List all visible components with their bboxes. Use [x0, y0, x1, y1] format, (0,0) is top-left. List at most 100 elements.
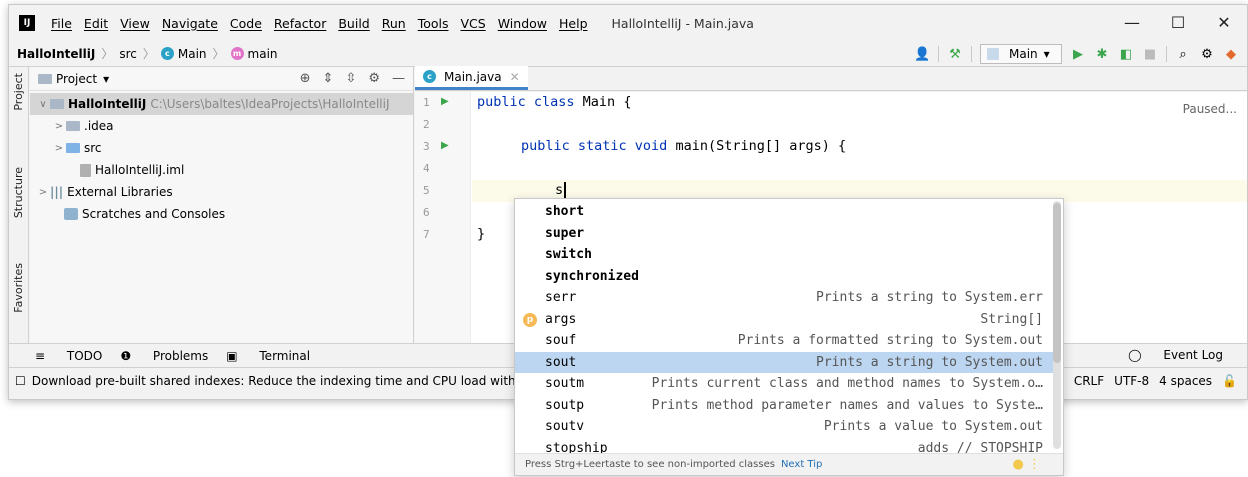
run-icon[interactable]: ▶: [1070, 47, 1086, 62]
completion-item[interactable]: p args String[]: [515, 309, 1053, 331]
run-config-icon: [987, 48, 999, 60]
menu-navigate[interactable]: Navigate: [156, 16, 224, 31]
menu-file[interactable]: File: [45, 16, 78, 31]
breadcrumb-method[interactable]: main: [248, 47, 278, 61]
line-separator[interactable]: CRLF: [1074, 374, 1104, 388]
module-file-icon: [80, 163, 91, 177]
next-tip-link[interactable]: Next Tip: [781, 459, 822, 470]
menu-help[interactable]: Help: [553, 16, 594, 31]
code-line-6: }: [477, 226, 486, 242]
project-panel: Project ▾ ⊕ ⇕ ⇳ ⚙ — ∨ HalloIntelliJ C:\U…: [30, 67, 414, 343]
editor-tab-bar: c Main.java ✕: [415, 66, 1247, 91]
file-encoding[interactable]: UTF-8: [1114, 374, 1149, 388]
menu-tools[interactable]: Tools: [412, 16, 455, 31]
close-tab-icon[interactable]: ✕: [510, 70, 520, 84]
close-button[interactable]: ✕: [1201, 5, 1247, 41]
tree-item-project-root[interactable]: ∨ HalloIntelliJ C:\Users\baltes\IdeaProj…: [30, 93, 413, 115]
build-hammer-icon[interactable]: ⚒: [947, 47, 963, 62]
project-panel-header: Project ▾ ⊕ ⇕ ⇳ ⚙ —: [30, 67, 413, 91]
completion-scrollbar-thumb[interactable]: [1053, 203, 1061, 363]
indent-setting[interactable]: 4 spaces: [1159, 374, 1212, 388]
menu-refactor[interactable]: Refactor: [268, 16, 332, 31]
line-number: 2: [423, 118, 430, 131]
user-icon[interactable]: 👤: [914, 47, 930, 62]
problems-tab[interactable]: ❶ Problems: [120, 349, 208, 363]
library-icon: |||: [50, 185, 64, 199]
search-icon[interactable]: ⌕: [1175, 47, 1191, 62]
debug-icon[interactable]: ✱: [1094, 47, 1110, 62]
tree-item-src[interactable]: > src: [30, 137, 413, 159]
project-tree: ∨ HalloIntelliJ C:\Users\baltes\IdeaProj…: [30, 91, 413, 225]
gear-icon[interactable]: ⚙: [1199, 47, 1215, 62]
run-gutter-icon[interactable]: ▶: [441, 96, 449, 107]
completion-item[interactable]: super: [515, 223, 1053, 245]
completion-item[interactable]: souf Prints a formatted string to System.…: [515, 330, 1053, 352]
run-gutter-icon[interactable]: ▶: [441, 140, 449, 151]
source-folder-icon: [66, 143, 80, 153]
menu-vcs[interactable]: VCS: [455, 16, 492, 31]
todo-tab[interactable]: ≡ TODO: [35, 349, 102, 363]
completion-item[interactable]: soutp Prints method parameter names and v…: [515, 395, 1053, 417]
code-line-1: public class Main {: [477, 94, 632, 110]
lightbulb-icon[interactable]: ● ⋮: [1013, 457, 1041, 472]
stripe-favorites[interactable]: Favorites: [12, 263, 25, 313]
menu-run[interactable]: Run: [376, 16, 412, 31]
terminal-tab[interactable]: ▣ Terminal: [226, 349, 310, 363]
class-icon: c: [160, 47, 174, 60]
scratches-icon: [64, 208, 78, 220]
toolbox-icon[interactable]: ◆: [1223, 47, 1239, 62]
navigation-bar: HalloIntelliJ 〉 src 〉 c Main 〉 m main 👤 …: [9, 41, 1247, 67]
minimize-button[interactable]: —: [1109, 5, 1155, 41]
completion-item[interactable]: synchronized: [515, 266, 1053, 288]
coverage-icon[interactable]: ◧: [1118, 47, 1134, 62]
folder-icon: [66, 121, 80, 131]
left-tool-stripe: Project Structure Favorites: [9, 67, 29, 343]
breadcrumb-project[interactable]: HalloIntelliJ: [17, 47, 95, 61]
menu-window[interactable]: Window: [492, 16, 553, 31]
hide-icon[interactable]: —: [392, 71, 405, 86]
breadcrumb-src[interactable]: src: [119, 47, 137, 61]
tree-item-idea[interactable]: > .idea: [30, 115, 413, 137]
menu-bar: File Edit View Navigate Code Refactor Bu…: [45, 16, 594, 31]
code-completion-popup: short super switch synchronized serr Prin…: [514, 198, 1064, 476]
collapse-all-icon[interactable]: ⇳: [345, 71, 356, 86]
lock-icon[interactable]: 🔓: [1222, 374, 1237, 388]
menu-code[interactable]: Code: [224, 16, 268, 31]
menu-build[interactable]: Build: [332, 16, 375, 31]
completion-item[interactable]: switch: [515, 244, 1053, 266]
expand-all-icon[interactable]: ⇕: [323, 71, 334, 86]
menu-edit[interactable]: Edit: [78, 16, 114, 31]
stop-icon[interactable]: ■: [1142, 47, 1158, 62]
completion-item[interactable]: soutv Prints a value to System.out: [515, 416, 1053, 438]
completion-item-selected[interactable]: sout Prints a string to System.out: [515, 351, 1053, 373]
breadcrumb-class[interactable]: Main: [178, 47, 207, 61]
chevron-down-icon[interactable]: ▾: [103, 72, 109, 86]
status-message[interactable]: Download pre-built shared indexes: Reduc…: [32, 374, 527, 388]
tab-main-java[interactable]: c Main.java ✕: [415, 66, 528, 90]
stripe-project[interactable]: Project: [12, 73, 25, 111]
locate-icon[interactable]: ⊕: [300, 71, 311, 86]
window-controls: — ☐ ✕: [1109, 5, 1247, 41]
run-configuration-select[interactable]: Main ▾: [980, 44, 1062, 64]
line-number: 5: [423, 184, 430, 197]
text-cursor: [564, 182, 567, 198]
stripe-structure[interactable]: Structure: [12, 167, 25, 218]
line-number: 3: [423, 140, 430, 153]
completion-item[interactable]: serr Prints a string to System.err: [515, 287, 1053, 309]
gear-icon[interactable]: ⚙: [368, 71, 380, 86]
project-view-select[interactable]: Project: [56, 72, 97, 86]
maximize-button[interactable]: ☐: [1155, 5, 1201, 41]
completion-item[interactable]: soutm Prints current class and method nam…: [515, 373, 1053, 395]
method-icon: m: [230, 47, 244, 60]
tree-item-iml[interactable]: HalloIntelliJ.iml: [30, 159, 413, 181]
menu-view[interactable]: View: [114, 16, 156, 31]
parameter-icon: p: [523, 312, 537, 327]
analysis-status: Paused...: [1182, 102, 1237, 116]
tree-item-scratches[interactable]: Scratches and Consoles: [30, 203, 413, 225]
completion-item[interactable]: short: [515, 201, 1053, 223]
status-toggle-icon[interactable]: ☐: [15, 374, 26, 388]
code-line-3: public static void main(String[] args) {: [521, 138, 847, 154]
tree-item-external-libraries[interactable]: > ||| External Libraries: [30, 181, 413, 203]
event-log-tab[interactable]: ◯ Event Log: [1128, 348, 1223, 362]
code-line-4: s: [555, 182, 567, 198]
